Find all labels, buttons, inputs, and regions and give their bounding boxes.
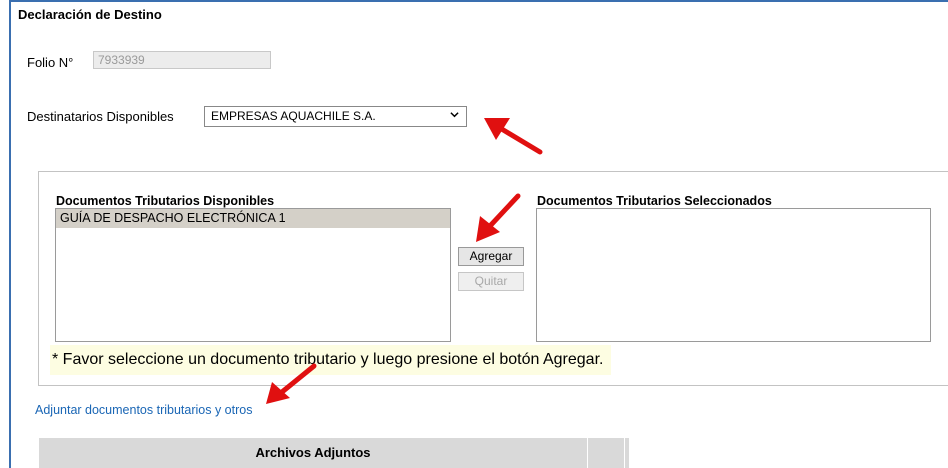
list-item[interactable]: GUÍA DE DESPACHO ELECTRÓNICA 1: [56, 209, 450, 228]
attachments-table-header: Archivos Adjuntos: [39, 438, 629, 468]
selected-docs-title: Documentos Tributarios Seleccionados: [537, 194, 772, 208]
folio-field: 7933939: [93, 51, 271, 69]
attachments-header-cell: Archivos Adjuntos: [39, 438, 588, 468]
destinatarios-select[interactable]: EMPRESAS AQUACHILE S.A.: [204, 106, 467, 127]
add-button[interactable]: Agregar: [458, 247, 524, 266]
remove-button[interactable]: Quitar: [458, 272, 524, 291]
chevron-down-icon: [450, 110, 459, 122]
destinatarios-selected-value: EMPRESAS AQUACHILE S.A.: [211, 109, 376, 123]
attach-documents-link[interactable]: Adjuntar documentos tributarios y otros: [35, 403, 252, 417]
selected-docs-listbox[interactable]: [536, 208, 931, 342]
hint-text: * Favor seleccione un documento tributar…: [50, 345, 612, 375]
destinatarios-label: Destinatarios Disponibles: [27, 109, 174, 124]
available-docs-listbox[interactable]: GUÍA DE DESPACHO ELECTRÓNICA 1: [55, 208, 451, 342]
page-title: Declaración de Destino: [18, 7, 162, 22]
available-docs-title: Documentos Tributarios Disponibles: [56, 194, 275, 208]
folio-label: Folio N°: [27, 55, 74, 70]
attachments-header-cell-empty: [588, 438, 625, 468]
